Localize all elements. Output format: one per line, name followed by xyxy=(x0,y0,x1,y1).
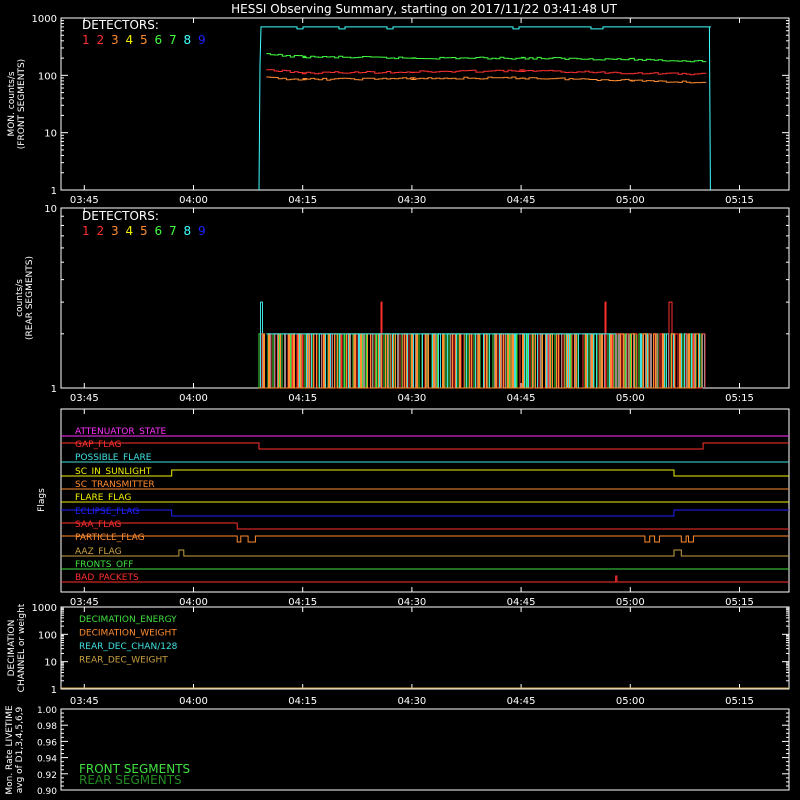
legend-number: 7 xyxy=(169,33,177,47)
time-tick-label: 04:00 xyxy=(179,597,208,608)
decimation-legend-item: REAR_DEC_CHAN/128 xyxy=(79,642,178,652)
legend-number: 4 xyxy=(126,224,134,238)
y-tick-label: 0.90 xyxy=(37,787,57,797)
time-tick-label: 04:30 xyxy=(397,195,426,206)
time-tick-label: 05:15 xyxy=(725,696,754,707)
time-tick-label: 04:30 xyxy=(397,393,426,404)
decimation-legend-item: REAR_DEC_WEIGHT xyxy=(79,656,168,666)
series-front-8 xyxy=(258,26,711,191)
legend-number: 1 xyxy=(82,33,90,47)
panel-flags-ylabel: Flags xyxy=(37,488,47,512)
time-tick-label: 04:15 xyxy=(288,696,317,707)
panel-front-ylabel: (FRONT SEGMENTS) xyxy=(17,59,27,149)
time-tick-label: 05:00 xyxy=(616,696,645,707)
flag-line-eclipse_flag xyxy=(61,509,789,517)
flag-line-gap_flag xyxy=(61,442,789,450)
legend-number: 6 xyxy=(155,33,163,47)
y-tick-label: 1 xyxy=(51,384,57,395)
y-tick-label: 0.96 xyxy=(37,738,57,748)
y-tick-label: 1 xyxy=(51,186,57,197)
livetime-legend-item: REAR SEGMENTS xyxy=(79,773,182,787)
time-tick-label: 03:45 xyxy=(70,195,99,206)
time-tick-label: 04:00 xyxy=(179,696,208,707)
panel-decimation-ylabel: DECIMATION xyxy=(7,620,17,677)
time-tick-label: 05:15 xyxy=(725,195,754,206)
flag-line-saa_flag xyxy=(61,522,789,530)
legend-number: 7 xyxy=(169,224,177,238)
flag-line-particle_flag xyxy=(61,535,789,543)
hessi-summary-plot: HESSI Observing Summary, starting on 201… xyxy=(5,2,790,797)
series-front-3 xyxy=(266,76,707,84)
panel-front-ylabel: MON. counts/s xyxy=(7,71,17,136)
y-tick-label: 1 xyxy=(51,685,57,696)
y-tick-label: 10 xyxy=(44,129,57,140)
legend-number: 3 xyxy=(111,224,119,238)
legend-number: 9 xyxy=(198,224,206,238)
y-tick-label: 0.94 xyxy=(37,755,57,765)
time-tick-label: 05:15 xyxy=(725,597,754,608)
panel-livetime-ylabel: avg of D1,3,4,5,6,9 xyxy=(15,706,25,793)
y-tick-label: 100 xyxy=(38,71,57,82)
time-tick-label: 05:00 xyxy=(616,597,645,608)
legend-number: 8 xyxy=(184,224,192,238)
y-tick-label: 10 xyxy=(44,658,57,669)
time-tick-label: 05:15 xyxy=(725,393,754,404)
decimation-legend-item: DECIMATION_ENERGY xyxy=(79,615,177,625)
time-tick-label: 04:15 xyxy=(288,597,317,608)
decimation-legend-item: DECIMATION_WEIGHT xyxy=(79,629,177,639)
series-rear xyxy=(259,301,705,389)
panel-rear-ylabel: (REAR SEGMENTS) xyxy=(25,256,35,340)
y-tick-label: 1.00 xyxy=(37,706,57,716)
series-rear xyxy=(259,333,699,389)
flag-line-sc_in_sunlight xyxy=(61,469,789,477)
legend-number: 2 xyxy=(97,224,105,238)
y-tick-label: 0.92 xyxy=(37,771,57,781)
legend-number: 5 xyxy=(140,224,148,238)
time-tick-label: 04:15 xyxy=(288,195,317,206)
legend-number: 2 xyxy=(97,33,105,47)
page-title: HESSI Observing Summary, starting on 201… xyxy=(231,2,617,16)
flag-label-eclipse_flag: ECLIPSE_FLAG xyxy=(75,507,139,517)
time-tick-label: 04:45 xyxy=(507,696,536,707)
time-tick-label: 04:45 xyxy=(507,597,536,608)
y-tick-label: 10 xyxy=(44,204,57,215)
panel-livetime-ylabel: Mon. Rate LIVETIME xyxy=(5,705,15,795)
series-front-1 xyxy=(266,69,707,76)
y-tick-label: 0.98 xyxy=(37,722,57,732)
legend-number: 1 xyxy=(82,224,90,238)
y-tick-label: 1000 xyxy=(32,14,57,25)
time-tick-label: 04:00 xyxy=(179,393,208,404)
flag-label-particle_flag: PARTICLE_FLAG xyxy=(75,533,145,543)
legend-number: 5 xyxy=(140,33,148,47)
time-tick-label: 04:45 xyxy=(507,195,536,206)
legend-number: 4 xyxy=(126,33,134,47)
time-tick-label: 05:00 xyxy=(616,393,645,404)
y-tick-label: 100 xyxy=(38,630,57,641)
legend-number: 9 xyxy=(198,33,206,47)
time-tick-label: 03:45 xyxy=(70,696,99,707)
flag-label-saa_flag: SAA_FLAG xyxy=(75,520,121,530)
legend-title: DETECTORS: xyxy=(82,209,159,223)
time-tick-label: 04:45 xyxy=(507,393,536,404)
panel-rear-ylabel: counts/s xyxy=(15,279,25,317)
series-front-6 xyxy=(266,53,707,63)
time-tick-label: 04:30 xyxy=(397,696,426,707)
time-tick-label: 05:00 xyxy=(616,195,645,206)
y-tick-label: 1000 xyxy=(32,603,57,614)
flag-label-gap_flag: GAP_FLAG xyxy=(75,440,121,450)
panel-decimation-ylabel: CHANNEL or weight xyxy=(17,603,27,692)
time-tick-label: 04:15 xyxy=(288,393,317,404)
legend-number: 8 xyxy=(184,33,192,47)
legend-number: 3 xyxy=(111,33,119,47)
time-tick-label: 04:30 xyxy=(397,597,426,608)
time-tick-label: 03:45 xyxy=(70,597,99,608)
time-tick-label: 04:00 xyxy=(179,195,208,206)
legend-title: DETECTORS: xyxy=(82,18,159,32)
flag-line-bad_packets xyxy=(61,575,789,583)
legend-number: 6 xyxy=(155,224,163,238)
time-tick-label: 03:45 xyxy=(70,393,99,404)
flag-line-aaz_flag xyxy=(61,549,789,557)
plot-content: 1 10 100 1000 03:45 04:00 04:15 04:30 04:45 05:00… xyxy=(5,14,790,797)
